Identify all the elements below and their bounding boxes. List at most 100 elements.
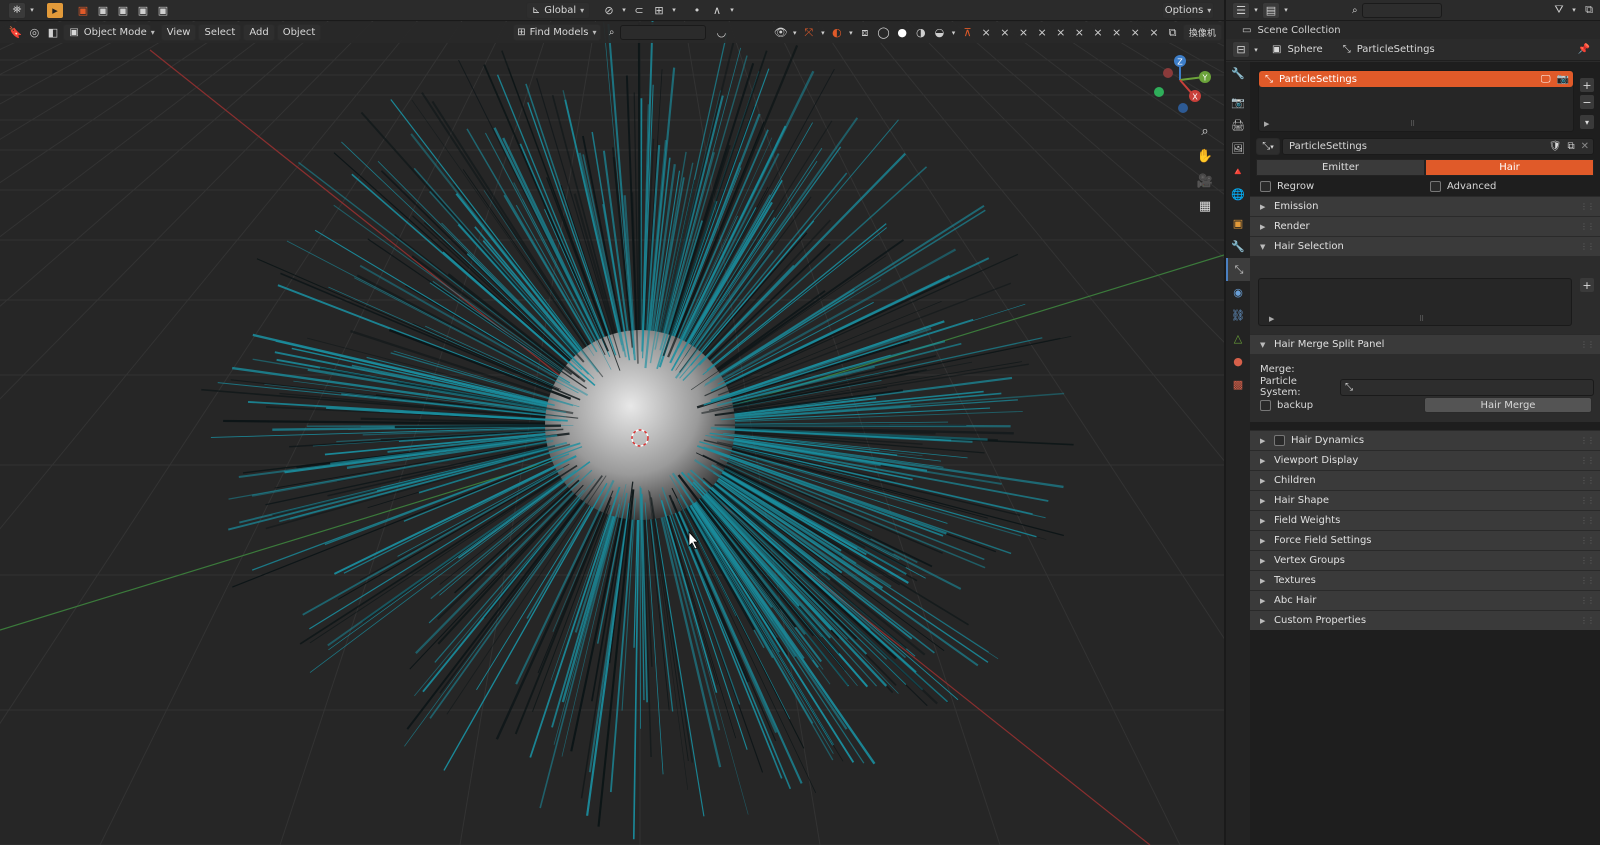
panel-textures[interactable]: ▶ Textures ⋮⋮ — [1250, 570, 1600, 590]
object-tab-icon[interactable]: ▣ — [1226, 212, 1250, 235]
remove-icon[interactable]: − — [1580, 95, 1594, 109]
list-expand-icon[interactable]: ▶ — [1264, 120, 1269, 128]
list-item[interactable]: ⤡ ParticleSettings 🖵 📷 — [1259, 71, 1573, 87]
duplicate-icon[interactable]: ⧉ — [1567, 141, 1574, 152]
drag-grip-icon[interactable]: ⋮⋮ — [1580, 596, 1594, 605]
hair-dynamics-checkbox[interactable] — [1274, 435, 1285, 446]
snap-icon[interactable]: ⊂ — [630, 2, 648, 19]
menu-add[interactable]: Add — [243, 24, 274, 41]
wireframe-shading-icon[interactable]: ◯ — [875, 24, 892, 41]
search-icon[interactable]: ⌕ — [609, 27, 615, 38]
collection-toggle-icon[interactable]: ⨯ — [1127, 24, 1144, 41]
select-tool-icon[interactable]: ▸ — [46, 2, 64, 19]
backup-checkbox-box[interactable] — [1260, 400, 1271, 411]
gizmo-toggle-icon[interactable]: ⤧ — [801, 24, 818, 41]
zoom-icon[interactable]: ⌕ — [1196, 122, 1214, 140]
panel-custom-properties[interactable]: ▶ Custom Properties ⋮⋮ — [1250, 610, 1600, 630]
constraints-tab-icon[interactable]: ⛓ — [1226, 304, 1250, 327]
panel-vertex-groups[interactable]: ▶ Vertex Groups ⋮⋮ — [1250, 550, 1600, 570]
panel-hair-dynamics[interactable]: ▶ Hair Dynamics ⋮⋮ — [1250, 430, 1600, 450]
output-tab-icon[interactable]: 🖨 — [1226, 114, 1250, 137]
add-icon[interactable]: + — [1580, 78, 1594, 92]
collection-toggle-icon[interactable]: ⨯ — [1052, 24, 1069, 41]
search-icon[interactable]: ⌕ — [1352, 5, 1358, 16]
backup-checkbox[interactable]: backup — [1260, 400, 1424, 411]
material-tab-icon[interactable]: ● — [1226, 350, 1250, 373]
perspective-grid-icon[interactable]: ▦ — [1196, 197, 1214, 215]
list-resize-grip[interactable]: ⠿ — [1410, 120, 1415, 128]
modifier-tab-icon[interactable]: 🔧 — [1226, 235, 1250, 258]
collection-toggle-icon[interactable]: ⨯ — [1090, 24, 1107, 41]
particle-settings-browse[interactable]: ⤡▾ — [1256, 138, 1280, 155]
menu-object[interactable]: Object — [277, 24, 322, 41]
emitter-toggle[interactable]: Emitter — [1256, 159, 1425, 176]
advanced-checkbox-box[interactable] — [1430, 181, 1441, 192]
collection-toggle-icon[interactable]: ⨯ — [1034, 24, 1051, 41]
3d-viewport[interactable]: Z Y X ⌕ ✋ 🎥 ▦ ⛯ ▾ ▸ ▣ ▣ ▣ ▣ ▣ ⊾ Global ▾… — [0, 0, 1224, 845]
overlay-toggle-icon[interactable]: ◐ — [829, 24, 846, 41]
chevron-down-icon[interactable]: ▾ — [1252, 2, 1260, 19]
display-mode-icon[interactable]: ▤ — [1262, 2, 1280, 19]
breadcrumb-object[interactable]: Sphere — [1287, 44, 1322, 55]
chevron-down-icon[interactable]: ▾ — [1252, 41, 1260, 58]
pin-icon[interactable]: 📌 — [1578, 44, 1590, 55]
advanced-checkbox[interactable]: Advanced — [1430, 181, 1496, 192]
panel-hair-selection[interactable]: ▼ Hair Selection ⋮⋮ — [1250, 236, 1600, 256]
scene-tab-icon[interactable]: 🔺 — [1226, 160, 1250, 183]
chevron-down-icon[interactable]: ▾ — [1580, 115, 1594, 129]
filter-icon[interactable]: ⛛ — [1550, 2, 1568, 19]
panel-hair-merge-split[interactable]: ▼ Hair Merge Split Panel ⋮⋮ — [1250, 334, 1600, 354]
drag-grip-icon[interactable]: ⋮⋮ — [1580, 340, 1594, 349]
xray-icon[interactable]: ⧈ — [857, 24, 874, 41]
falloff-curve-icon[interactable]: ∧ — [708, 2, 726, 19]
panel-abc-hair[interactable]: ▶ Abc Hair ⋮⋮ — [1250, 590, 1600, 610]
regrow-checkbox[interactable]: Regrow — [1260, 181, 1430, 192]
link-icon[interactable]: ◡ — [713, 24, 730, 41]
breadcrumb-settings[interactable]: ParticleSettings — [1357, 44, 1435, 55]
new-collection-icon[interactable]: ⧉ — [1580, 2, 1598, 19]
monitor-icon[interactable]: 🖵 — [1541, 74, 1551, 85]
particle-system-field[interactable]: ⤡ — [1340, 379, 1594, 396]
drag-grip-icon[interactable]: ⋮⋮ — [1580, 496, 1594, 505]
render-tab-icon[interactable]: 📷 — [1226, 91, 1250, 114]
panel-emission[interactable]: ▶ Emission ⋮⋮ — [1250, 196, 1600, 216]
collection-toggle-icon[interactable]: ⨯ — [1146, 24, 1163, 41]
menu-select[interactable]: Select — [198, 24, 241, 41]
close-icon[interactable]: ✕ — [1581, 141, 1589, 152]
collection-toggle-icon[interactable]: ⨯ — [1108, 24, 1125, 41]
drag-grip-icon[interactable]: ⋮⋮ — [1580, 202, 1594, 211]
chevron-down-icon[interactable]: ▾ — [791, 24, 798, 41]
collection-toggle-icon[interactable]: ⨯ — [1071, 24, 1088, 41]
drag-grip-icon[interactable]: ⋮⋮ — [1580, 436, 1594, 445]
select-box-subtract-icon[interactable]: ▣ — [114, 2, 132, 19]
hair-selection-list[interactable]: ▶ ⠿ — [1258, 278, 1572, 326]
add-icon[interactable]: + — [1580, 278, 1594, 292]
collection-toggle-icon[interactable]: ⨯ — [1015, 24, 1032, 41]
find-models-search-input[interactable] — [620, 25, 705, 40]
bookmark-icon[interactable]: 🔖 — [7, 24, 24, 41]
camera-switch-button[interactable]: 換像机 — [1183, 24, 1222, 41]
drag-grip-icon[interactable]: ⋮⋮ — [1580, 616, 1594, 625]
find-models-dropdown[interactable]: ⊞ Find Models ▾ — [513, 24, 601, 41]
editor-type-icon[interactable]: ☰ — [1232, 2, 1250, 19]
fake-user-icon[interactable]: 🛡 — [1549, 141, 1562, 152]
chevron-down-icon[interactable]: ▾ — [1570, 2, 1578, 19]
select-box-extend-icon[interactable]: ▣ — [94, 2, 112, 19]
chevron-down-icon[interactable]: ▾ — [847, 24, 854, 41]
panel-field-weights[interactable]: ▶ Field Weights ⋮⋮ — [1250, 510, 1600, 530]
data-tab-icon[interactable]: △ — [1226, 327, 1250, 350]
addon-toggle-icon[interactable]: ⊼ — [959, 24, 976, 41]
snap-increment-icon[interactable]: ⊞ — [650, 2, 668, 19]
view-layer-tab-icon[interactable]: 🖼 — [1226, 137, 1250, 160]
collection-toggle-icon[interactable]: ⨯ — [978, 24, 995, 41]
hair-toggle[interactable]: Hair — [1425, 159, 1594, 176]
transform-orientation-dropdown[interactable]: ⊾ Global ▾ — [526, 2, 590, 19]
drag-grip-icon[interactable]: ⋮⋮ — [1580, 222, 1594, 231]
tool-tab-icon[interactable]: 🔧 — [1226, 62, 1250, 85]
drag-grip-icon[interactable]: ⋮⋮ — [1580, 456, 1594, 465]
options-dropdown[interactable]: Options ▾ — [1162, 2, 1214, 19]
outliner-scene-collection-row[interactable]: ▭ Scene Collection — [1226, 21, 1600, 39]
chevron-down-icon[interactable]: ▾ — [28, 2, 36, 19]
physics-tab-icon[interactable]: ◉ — [1226, 281, 1250, 304]
chevron-down-icon[interactable]: ▾ — [950, 24, 957, 41]
